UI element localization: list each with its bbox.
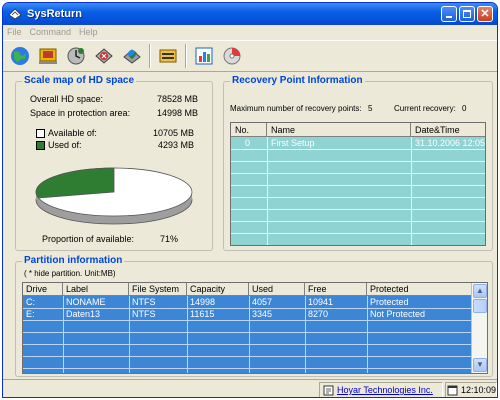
- scale-map-title: Scale map of HD space: [22, 75, 137, 86]
- status-clock: 12:10:09: [447, 383, 496, 397]
- partition-scrollbar[interactable]: ▲ ▼: [471, 283, 487, 373]
- column-header-protected[interactable]: Protected: [367, 283, 473, 296]
- column-header-name[interactable]: Name: [267, 123, 411, 137]
- file-system-cell: NTFS: [132, 297, 156, 307]
- used-legend-swatch: [36, 141, 45, 150]
- current-recovery-value: 0: [462, 104, 467, 113]
- used-label: Used of:: [48, 140, 82, 150]
- recovery-point-group: Recovery Point Information Maximum numbe…: [223, 75, 493, 251]
- chevron-up-icon: ▲: [476, 286, 484, 295]
- toolbar-separator: [185, 44, 187, 68]
- menu-help[interactable]: Help: [79, 27, 98, 37]
- scroll-down-button[interactable]: ▼: [473, 358, 487, 372]
- recovery-no-cell: 0: [245, 138, 251, 148]
- column-header-free[interactable]: Free: [305, 283, 367, 296]
- menu-file[interactable]: File: [7, 27, 22, 37]
- company-link[interactable]: Hoyar Technologies Inc.: [323, 383, 433, 397]
- column-header-capacity[interactable]: Capacity: [187, 283, 249, 296]
- toolbar-button-cd[interactable]: [218, 42, 246, 70]
- chevron-down-icon: ▼: [476, 360, 484, 369]
- calendar-icon: [447, 385, 458, 395]
- space-pie-chart: [35, 167, 193, 225]
- recovery-name-cell: First Setup: [271, 138, 315, 148]
- install-icon: [123, 49, 141, 64]
- column-header-label[interactable]: Label: [63, 283, 129, 296]
- partition-title: Partition information: [22, 255, 125, 266]
- status-bar: Hoyar Technologies Inc. 12:10:09: [3, 379, 497, 397]
- overall-hd-label: Overall HD space:: [30, 94, 104, 104]
- proportion-value: 71%: [159, 234, 178, 244]
- free-cell: 8270: [308, 309, 329, 319]
- used-value: 4293 MB: [157, 140, 194, 150]
- column-header-drive[interactable]: Drive: [23, 283, 63, 296]
- overall-hd-value: 78528 MB: [156, 94, 198, 104]
- max-recovery-label: Maximum number of recovery points:: [230, 104, 362, 113]
- protected-cell: Protected: [370, 297, 409, 307]
- cd-icon: [223, 47, 241, 65]
- file-system-cell: NTFS: [132, 309, 156, 319]
- used-cell: 3345: [252, 309, 273, 319]
- column-header-no[interactable]: No.: [231, 123, 267, 137]
- toolbar-button-globe[interactable]: [6, 42, 34, 70]
- drive-cell: E:: [26, 309, 35, 319]
- app-window: SysReturn ✕ File Command Help Scale map …: [2, 2, 498, 398]
- label-cell: Daten13: [66, 309, 101, 319]
- scroll-thumb[interactable]: [473, 299, 487, 313]
- current-recovery-label: Current recovery:: [394, 104, 456, 113]
- partition-note: ( * hide partition. Unit:MB): [24, 269, 116, 278]
- document-icon: [323, 385, 334, 395]
- toolbar-button-install[interactable]: [118, 42, 146, 70]
- max-recovery-value: 5: [368, 104, 373, 113]
- toolbar: [3, 40, 497, 72]
- maximize-button[interactable]: [459, 6, 475, 22]
- capacity-cell: 14998: [190, 297, 216, 307]
- column-header-used[interactable]: Used: [249, 283, 305, 296]
- toolbar-separator: [149, 44, 151, 68]
- globe-icon: [11, 47, 29, 65]
- title-bar[interactable]: SysReturn ✕: [3, 3, 497, 25]
- app-icon: [8, 8, 22, 20]
- scroll-up-button[interactable]: ▲: [473, 284, 487, 298]
- partition-group: Partition information ( * hide partition…: [15, 255, 493, 377]
- protection-area-value: 14998 MB: [156, 108, 198, 118]
- restore-icon: [67, 47, 85, 65]
- clock-text: 12:10:09: [461, 385, 497, 395]
- available-label: Available of:: [48, 128, 97, 138]
- toolbar-button-delete[interactable]: [90, 42, 118, 70]
- recovery-table-header: No. Name Date&Time: [231, 123, 485, 137]
- toolbar-button-restore[interactable]: [62, 42, 90, 70]
- window-title: SysReturn: [27, 8, 83, 20]
- close-button[interactable]: ✕: [477, 6, 493, 22]
- menu-bar: File Command Help: [3, 25, 497, 39]
- chart-report-icon: [195, 47, 213, 65]
- recovery-datetime-cell: 31.10.2006 12:05: [415, 138, 486, 148]
- recovery-point-title: Recovery Point Information: [230, 75, 365, 86]
- column-header-datetime[interactable]: Date&Time: [411, 123, 485, 137]
- company-link-text[interactable]: Hoyar Technologies Inc.: [337, 385, 433, 395]
- drive-cell: C:: [26, 297, 35, 307]
- drive-icon: [159, 49, 177, 63]
- delete-icon: [95, 48, 113, 64]
- used-cell: 4057: [252, 297, 273, 307]
- protection-area-label: Space in protection area:: [30, 108, 131, 118]
- menu-command[interactable]: Command: [30, 27, 72, 37]
- minimize-button[interactable]: [441, 6, 457, 22]
- capacity-cell: 11615: [190, 309, 215, 319]
- toolbar-button-report[interactable]: [190, 42, 218, 70]
- proportion-label: Proportion of available:: [42, 234, 135, 244]
- recovery-point-icon: [39, 48, 57, 64]
- free-cell: 10941: [308, 297, 334, 307]
- close-icon: ✕: [480, 8, 490, 20]
- partition-table[interactable]: Drive Label File System Capacity Used Fr…: [22, 282, 488, 374]
- column-header-file-system[interactable]: File System: [129, 283, 187, 296]
- protected-cell: Not Protected: [370, 309, 426, 319]
- scale-map-group: Scale map of HD space Overall HD space: …: [15, 75, 213, 251]
- available-legend-swatch: [36, 129, 45, 138]
- toolbar-button-drive[interactable]: [154, 42, 182, 70]
- label-cell: NONAME: [66, 297, 106, 307]
- partition-table-header: Drive Label File System Capacity Used Fr…: [23, 283, 473, 296]
- available-value: 10705 MB: [152, 128, 194, 138]
- recovery-point-table[interactable]: No. Name Date&Time 0 First Setup 31.10.2…: [230, 122, 486, 246]
- toolbar-button-recovery-point[interactable]: [34, 42, 62, 70]
